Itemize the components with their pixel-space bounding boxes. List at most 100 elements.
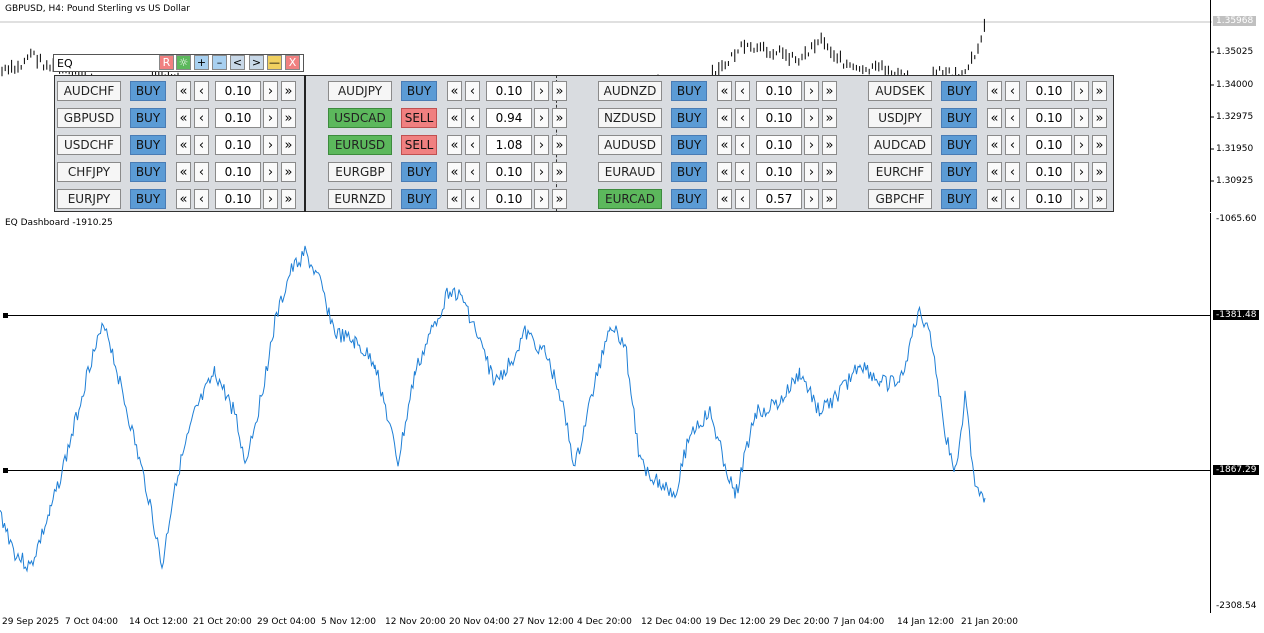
lot-increase-fast-button[interactable]: »	[552, 162, 567, 182]
lot-size-field[interactable]: 0.10	[756, 162, 802, 182]
lot-increase-fast-button[interactable]: »	[552, 108, 567, 128]
lot-decrease-button[interactable]: ‹	[735, 135, 750, 155]
lot-increase-button[interactable]: ›	[263, 162, 278, 182]
increase-button[interactable]: +	[194, 55, 209, 70]
buy-button[interactable]: BUY	[130, 135, 166, 155]
lot-size-field[interactable]: 0.10	[215, 162, 261, 182]
lot-decrease-fast-button[interactable]: «	[176, 135, 191, 155]
lot-increase-fast-button[interactable]: »	[1092, 162, 1107, 182]
lot-decrease-button[interactable]: ‹	[1005, 135, 1020, 155]
lot-decrease-button[interactable]: ‹	[465, 135, 480, 155]
lot-size-field[interactable]: 0.10	[215, 189, 261, 209]
lot-size-field[interactable]: 0.94	[486, 108, 532, 128]
lot-decrease-fast-button[interactable]: «	[447, 162, 462, 182]
symbol-button[interactable]: EURAUD	[598, 162, 662, 182]
lot-size-field[interactable]: 0.10	[486, 189, 532, 209]
symbol-button[interactable]: GBPUSD	[57, 108, 121, 128]
lot-decrease-fast-button[interactable]: «	[176, 189, 191, 209]
lot-decrease-fast-button[interactable]: «	[717, 108, 732, 128]
lot-decrease-button[interactable]: ‹	[194, 108, 209, 128]
lot-size-field[interactable]: 0.10	[486, 162, 532, 182]
lot-increase-button[interactable]: ›	[263, 108, 278, 128]
lot-increase-fast-button[interactable]: »	[822, 189, 837, 209]
lot-decrease-button[interactable]: ‹	[465, 189, 480, 209]
lot-increase-button[interactable]: ›	[804, 135, 819, 155]
lot-increase-fast-button[interactable]: »	[1092, 81, 1107, 101]
lot-increase-button[interactable]: ›	[1074, 81, 1089, 101]
buy-button[interactable]: BUY	[671, 81, 707, 101]
buy-button[interactable]: BUY	[401, 81, 437, 101]
symbol-button[interactable]: CHFJPY	[57, 162, 121, 182]
symbol-button[interactable]: AUDNZD	[598, 81, 662, 101]
lot-decrease-button[interactable]: ‹	[1005, 81, 1020, 101]
lot-decrease-button[interactable]: ‹	[194, 189, 209, 209]
lot-increase-fast-button[interactable]: »	[281, 135, 296, 155]
symbol-button[interactable]: AUDSEK	[868, 81, 932, 101]
lot-increase-button[interactable]: ›	[1074, 135, 1089, 155]
lot-decrease-fast-button[interactable]: «	[447, 81, 462, 101]
buy-button[interactable]: BUY	[671, 162, 707, 182]
lot-decrease-fast-button[interactable]: «	[447, 189, 462, 209]
lot-decrease-button[interactable]: ‹	[735, 162, 750, 182]
symbol-button[interactable]: EURJPY	[57, 189, 121, 209]
equity-indicator-chart[interactable]	[0, 213, 1264, 613]
theme-button[interactable]: ☼	[176, 55, 191, 70]
lot-increase-button[interactable]: ›	[804, 162, 819, 182]
lot-increase-button[interactable]: ›	[263, 135, 278, 155]
symbol-button[interactable]: NZDUSD	[598, 108, 662, 128]
lot-increase-button[interactable]: ›	[534, 189, 549, 209]
lot-increase-fast-button[interactable]: »	[552, 81, 567, 101]
lot-size-field[interactable]: 1.08	[486, 135, 532, 155]
lot-size-field[interactable]: 0.10	[1026, 189, 1072, 209]
buy-button[interactable]: BUY	[401, 189, 437, 209]
lot-increase-button[interactable]: ›	[804, 108, 819, 128]
lot-increase-button[interactable]: ›	[534, 135, 549, 155]
symbol-button[interactable]: AUDUSD	[598, 135, 662, 155]
lot-decrease-fast-button[interactable]: «	[447, 108, 462, 128]
lot-decrease-fast-button[interactable]: «	[176, 108, 191, 128]
lot-decrease-button[interactable]: ‹	[735, 108, 750, 128]
minimize-button[interactable]: —	[267, 55, 282, 70]
lot-size-field[interactable]: 0.10	[486, 81, 532, 101]
lot-size-field[interactable]: 0.57	[756, 189, 802, 209]
lot-increase-fast-button[interactable]: »	[281, 108, 296, 128]
refresh-button[interactable]: R	[159, 55, 174, 70]
buy-button[interactable]: BUY	[671, 108, 707, 128]
lot-decrease-fast-button[interactable]: «	[987, 135, 1002, 155]
lot-increase-fast-button[interactable]: »	[822, 108, 837, 128]
lot-size-field[interactable]: 0.10	[215, 81, 261, 101]
lot-decrease-button[interactable]: ‹	[1005, 108, 1020, 128]
lot-decrease-button[interactable]: ‹	[1005, 162, 1020, 182]
buy-button[interactable]: BUY	[941, 189, 977, 209]
symbol-button[interactable]: EURCHF	[868, 162, 932, 182]
lot-decrease-fast-button[interactable]: «	[717, 81, 732, 101]
lot-decrease-fast-button[interactable]: «	[717, 135, 732, 155]
lot-increase-fast-button[interactable]: »	[552, 135, 567, 155]
lot-decrease-fast-button[interactable]: «	[987, 189, 1002, 209]
next-page-button[interactable]: >	[249, 55, 264, 70]
lot-decrease-button[interactable]: ‹	[1005, 189, 1020, 209]
symbol-button[interactable]: GBPCHF	[868, 189, 932, 209]
symbol-button[interactable]: AUDCAD	[868, 135, 932, 155]
lot-increase-fast-button[interactable]: »	[822, 135, 837, 155]
buy-button[interactable]: BUY	[941, 108, 977, 128]
symbol-button[interactable]: EURGBP	[328, 162, 392, 182]
lot-decrease-fast-button[interactable]: «	[176, 81, 191, 101]
symbol-button[interactable]: EURNZD	[328, 189, 392, 209]
lot-increase-fast-button[interactable]: »	[822, 162, 837, 182]
symbol-button[interactable]: USDCAD	[328, 108, 392, 128]
symbol-button[interactable]: USDJPY	[868, 108, 932, 128]
buy-button[interactable]: BUY	[671, 135, 707, 155]
buy-button[interactable]: BUY	[941, 135, 977, 155]
lot-increase-button[interactable]: ›	[263, 189, 278, 209]
lot-size-field[interactable]: 0.10	[1026, 108, 1072, 128]
symbol-button[interactable]: EURUSD	[328, 135, 392, 155]
lot-decrease-fast-button[interactable]: «	[447, 135, 462, 155]
lot-increase-button[interactable]: ›	[804, 81, 819, 101]
lot-size-field[interactable]: 0.10	[756, 108, 802, 128]
lot-increase-button[interactable]: ›	[1074, 108, 1089, 128]
lot-increase-button[interactable]: ›	[534, 108, 549, 128]
lot-size-field[interactable]: 0.10	[215, 108, 261, 128]
symbol-button[interactable]: AUDCHF	[57, 81, 121, 101]
lot-increase-fast-button[interactable]: »	[1092, 135, 1107, 155]
